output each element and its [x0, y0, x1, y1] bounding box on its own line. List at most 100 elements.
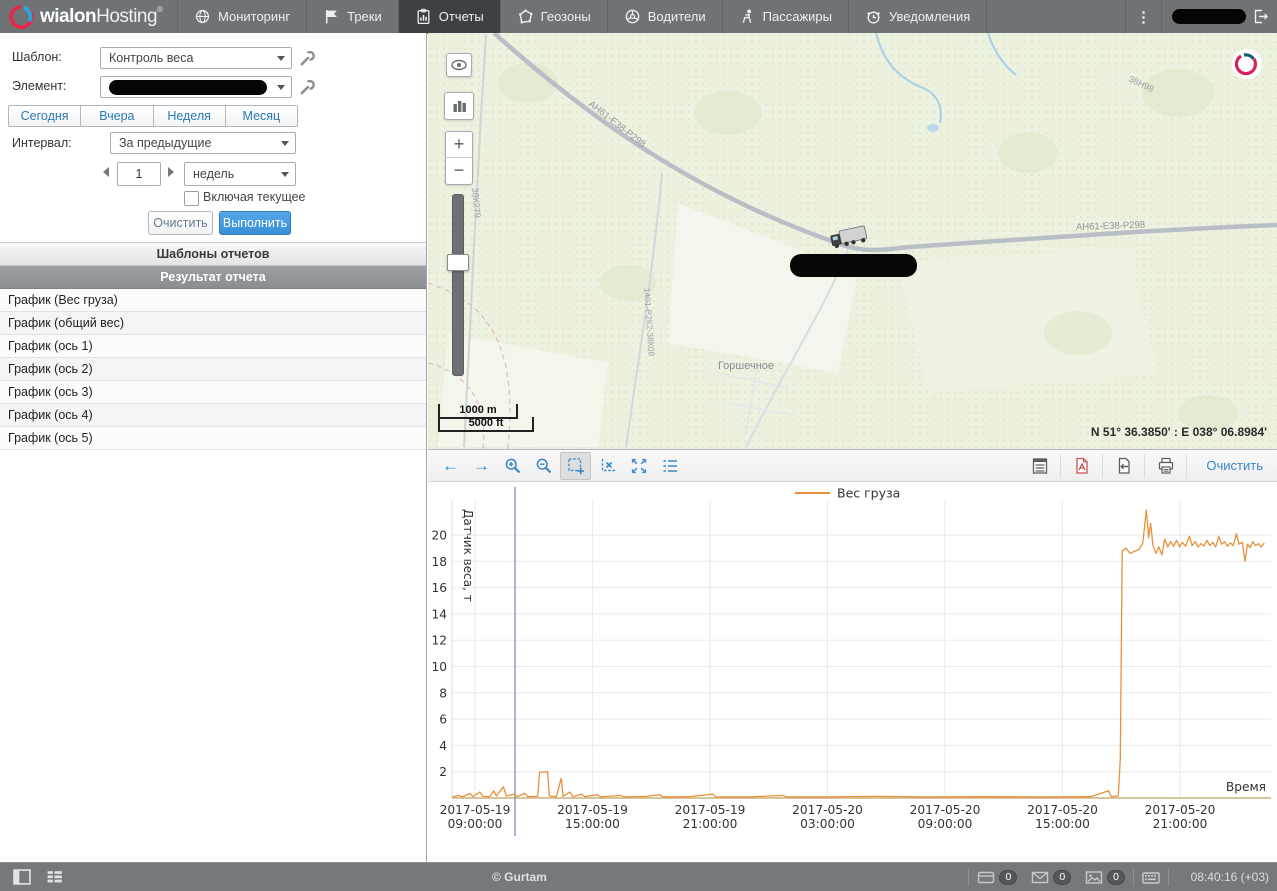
mail-icon: [1031, 869, 1049, 886]
chart-zoom-restore-button[interactable]: [593, 453, 622, 479]
date-tab-yesterday[interactable]: Вчера: [81, 105, 153, 127]
nav-item-label: Уведомления: [889, 9, 970, 24]
result-item-0[interactable]: График (Вес груза): [0, 289, 426, 312]
map-provider-logo: [1232, 49, 1262, 79]
nav-item-label: Отчеты: [439, 9, 484, 24]
export-pdf-button[interactable]: [1067, 453, 1096, 479]
nav-item-drivers[interactable]: Водители: [608, 0, 723, 33]
user-menu[interactable]: [1172, 8, 1269, 25]
export-table-button[interactable]: [1025, 453, 1054, 479]
print-button[interactable]: [1151, 453, 1180, 479]
zoom-slider-handle[interactable]: [447, 254, 469, 271]
arrow-right-icon: →: [473, 457, 490, 474]
interval-unit-select[interactable]: недель: [184, 162, 296, 186]
keyboard-icon[interactable]: [1142, 869, 1160, 886]
report-templates-header[interactable]: Шаблоны отчетов: [0, 242, 426, 266]
nav-item-reports[interactable]: Отчеты: [399, 0, 501, 33]
zoom-out-button[interactable]: −: [446, 158, 472, 183]
result-item-4[interactable]: График (ось 3): [0, 381, 426, 404]
nav-item-label: Мониторинг: [218, 9, 290, 24]
chart-clear-button[interactable]: Очистить: [1192, 458, 1277, 473]
x-tick-label: 2017-05-2021:00:00: [1145, 803, 1216, 831]
interval-type-select[interactable]: За предыдущие: [110, 132, 296, 154]
execute-button[interactable]: Выполнить: [219, 211, 291, 235]
x-tick-label: 2017-05-1921:00:00: [675, 803, 746, 831]
clear-button[interactable]: Очистить: [148, 211, 213, 235]
counter-photo[interactable]: 0: [1085, 869, 1125, 886]
result-item-6[interactable]: График (ось 5): [0, 427, 426, 450]
nav-item-label: Пассажиры: [763, 9, 832, 24]
chart-legend-button[interactable]: [655, 453, 684, 479]
date-tab-month[interactable]: Месяц: [226, 105, 298, 127]
result-item-5[interactable]: График (ось 4): [0, 404, 426, 427]
interval-count-input[interactable]: [117, 162, 161, 186]
bottom-panel-list-icon[interactable]: [44, 868, 66, 886]
geofences-icon: [517, 8, 534, 25]
nav-item-geofences[interactable]: Геозоны: [501, 0, 608, 33]
x-tick-label: 2017-05-2015:00:00: [1027, 803, 1098, 831]
chart-fit-screen-button[interactable]: [624, 453, 653, 479]
marquee-zoom-icon: [567, 457, 585, 475]
nav-item-label: Водители: [648, 9, 706, 24]
weight-series-line: [453, 510, 1265, 797]
template-select[interactable]: Контроль веса: [100, 47, 292, 69]
nav-item-label: Геозоны: [541, 9, 591, 24]
report-result-header[interactable]: Результат отчета: [0, 266, 426, 289]
interval-type-value: За предыдущие: [119, 136, 211, 150]
unit-select[interactable]: [100, 76, 292, 98]
chart-area-zoom-button[interactable]: [560, 452, 591, 480]
weight-chart[interactable]: Вес груза Датчик веса, т Время 2017-05-1…: [428, 483, 1277, 863]
date-tab-week[interactable]: Неделя: [154, 105, 226, 127]
nav-item-monitoring[interactable]: Мониторинг: [178, 0, 307, 33]
unit-value-redacted: [109, 80, 267, 95]
interval-unit-value: недель: [193, 167, 234, 181]
result-item-1[interactable]: График (общий вес): [0, 312, 426, 335]
more-menu-button[interactable]: ⋮: [1125, 0, 1162, 33]
visibility-eye-button[interactable]: [446, 53, 472, 77]
interval-increment-arrow[interactable]: [168, 167, 174, 177]
brand-logo[interactable]: wialon Hosting ®: [0, 0, 178, 33]
map-field-patch: [898, 248, 1158, 393]
toggle-left-panel-icon[interactable]: [11, 868, 33, 886]
chart-zoom-out-button[interactable]: [529, 453, 558, 479]
x-axis-label: Время: [1226, 780, 1266, 794]
copyright-label: © Gurtam: [492, 870, 547, 884]
zoom-in-button[interactable]: +: [446, 132, 472, 158]
counter-mail[interactable]: 0: [1031, 869, 1071, 886]
chart-zoom-in-button[interactable]: [498, 453, 527, 479]
scale-imperial: 5000 ft: [438, 417, 534, 432]
counter-card[interactable]: 0: [977, 869, 1017, 886]
passengers-icon: [739, 8, 756, 25]
counter-badge: 0: [1053, 870, 1071, 885]
include-current-label: Включая текущее: [203, 190, 306, 204]
drivers-icon: [624, 8, 641, 25]
fit-screen-icon: [630, 457, 648, 475]
map-canvas[interactable]: АН61-Е38-Р298 АН61-Е38-Р298 38К279 1401-…: [428, 33, 1277, 449]
export-file-button[interactable]: [1109, 453, 1138, 479]
template-settings-wrench-icon[interactable]: [299, 49, 317, 67]
report-table-icon: [1031, 457, 1049, 475]
nav-item-tracks[interactable]: Треки: [307, 0, 399, 33]
main-menu: Мониторинг Треки Отчеты Геозоны Водители Пасс…: [178, 0, 1125, 33]
nav-item-passengers[interactable]: Пассажиры: [723, 0, 849, 33]
result-item-2[interactable]: График (ось 1): [0, 335, 426, 358]
nav-item-notifications[interactable]: Уведомления: [849, 0, 987, 33]
chart-back-button[interactable]: ←: [436, 453, 465, 479]
date-range-tabs: СегодняВчераНеделяМесяц: [8, 105, 298, 127]
unit-label: Элемент:: [12, 79, 66, 93]
date-tab-today[interactable]: Сегодня: [8, 105, 81, 127]
interval-decrement-arrow[interactable]: [103, 167, 109, 177]
chart-forward-button[interactable]: →: [467, 453, 496, 479]
map-layers-button[interactable]: [444, 92, 474, 120]
include-current-checkbox[interactable]: [184, 191, 199, 206]
report-form: Шаблон: Контроль веса Элемент: СегодняВч…: [0, 33, 426, 242]
y-tick-label: 12: [431, 634, 447, 648]
unit-settings-wrench-icon[interactable]: [299, 78, 317, 96]
top-nav: wialon Hosting ® Мониторинг Треки Отчеты Ге…: [0, 0, 1277, 34]
x-tick-label: 2017-05-2009:00:00: [910, 803, 981, 831]
map-pond: [927, 124, 939, 132]
result-item-3[interactable]: График (ось 2): [0, 358, 426, 381]
zoom-slider-track[interactable]: [452, 194, 464, 376]
legend-list-icon: [661, 457, 679, 475]
card-icon: [977, 869, 995, 886]
